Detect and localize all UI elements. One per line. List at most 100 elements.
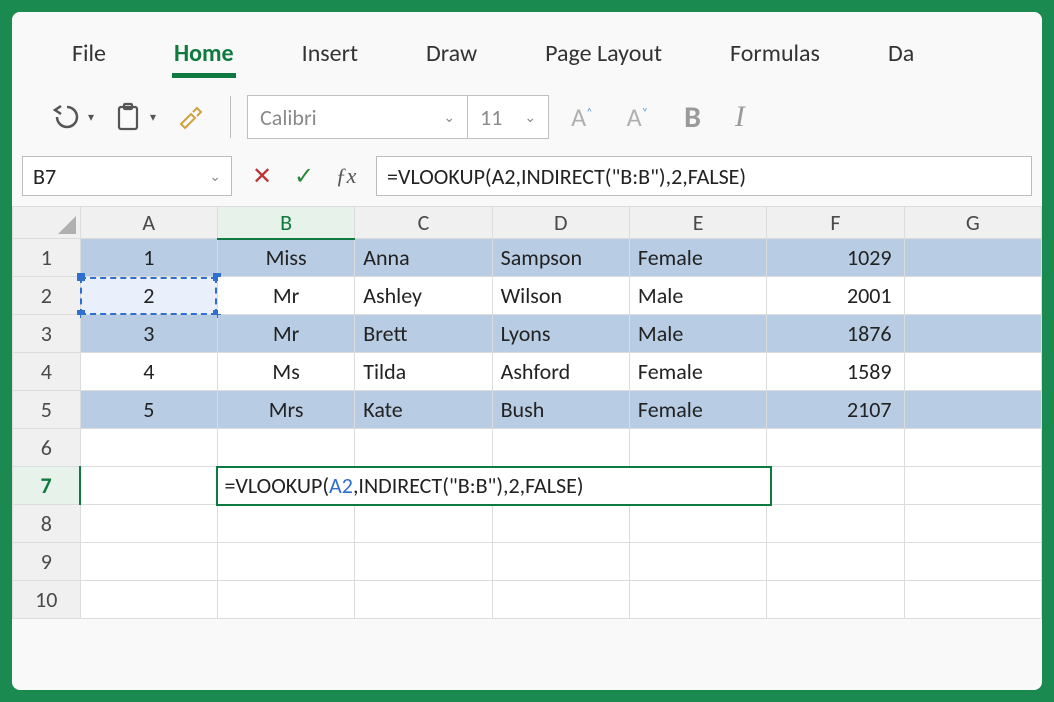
cell-B10[interactable] — [217, 581, 354, 619]
cell-B1[interactable]: Miss — [217, 239, 354, 277]
cell-E8[interactable] — [629, 505, 766, 543]
cell-C9[interactable] — [355, 543, 492, 581]
cell-editor[interactable]: =VLOOKUP(A2,INDIRECT("B:B"),2,FALSE) — [216, 466, 771, 506]
cell-G4[interactable] — [904, 353, 1041, 391]
cell-C1[interactable]: Anna — [355, 239, 492, 277]
cell-F1[interactable]: 1029 — [767, 239, 904, 277]
cell-C8[interactable] — [355, 505, 492, 543]
cell-F9[interactable] — [767, 543, 904, 581]
cell-F10[interactable] — [767, 581, 904, 619]
col-header-A[interactable]: A — [80, 207, 217, 239]
cell-D1[interactable]: Sampson — [492, 239, 629, 277]
italic-button[interactable]: I — [725, 100, 755, 134]
cell-C3[interactable]: Brett — [355, 315, 492, 353]
row-header-5[interactable]: 5 — [13, 391, 81, 429]
tab-home[interactable]: Home — [144, 23, 264, 80]
cell-B5[interactable]: Mrs — [217, 391, 354, 429]
cell-C10[interactable] — [355, 581, 492, 619]
cell-E9[interactable] — [629, 543, 766, 581]
cell-A10[interactable] — [80, 581, 217, 619]
col-header-G[interactable]: G — [904, 207, 1041, 239]
row-header-8[interactable]: 8 — [13, 505, 81, 543]
font-name-select[interactable]: Calibri ⌄ — [248, 96, 468, 138]
cell-D8[interactable] — [492, 505, 629, 543]
format-painter-button[interactable] — [166, 95, 214, 139]
cell-F5[interactable]: 2107 — [767, 391, 904, 429]
insert-function-button[interactable]: ƒx — [328, 158, 364, 194]
row-header-4[interactable]: 4 — [13, 353, 81, 391]
cell-E1[interactable]: Female — [629, 239, 766, 277]
cell-A3[interactable]: 3 — [80, 315, 217, 353]
tab-formulas[interactable]: Formulas — [700, 23, 850, 80]
col-header-C[interactable]: C — [355, 207, 492, 239]
cell-E2[interactable]: Male — [629, 277, 766, 315]
tab-page-layout[interactable]: Page Layout — [515, 23, 692, 80]
cell-E10[interactable] — [629, 581, 766, 619]
cell-F4[interactable]: 1589 — [767, 353, 904, 391]
cell-B6[interactable] — [217, 429, 354, 467]
cell-D6[interactable] — [492, 429, 629, 467]
cell-C4[interactable]: Tilda — [355, 353, 492, 391]
cell-G8[interactable] — [904, 505, 1041, 543]
col-header-E[interactable]: E — [629, 207, 766, 239]
bold-button[interactable]: B — [670, 99, 715, 136]
cell-E5[interactable]: Female — [629, 391, 766, 429]
cell-B9[interactable] — [217, 543, 354, 581]
cell-G2[interactable] — [904, 277, 1041, 315]
cell-E3[interactable]: Male — [629, 315, 766, 353]
cell-E6[interactable] — [629, 429, 766, 467]
cell-F8[interactable] — [767, 505, 904, 543]
cell-A2[interactable]: 2 — [80, 277, 217, 315]
name-box[interactable]: B7 ⌄ — [22, 156, 232, 196]
cell-G7[interactable] — [904, 467, 1041, 505]
clipboard-dropdown-icon[interactable]: ▾ — [150, 110, 156, 125]
cell-A8[interactable] — [80, 505, 217, 543]
row-header-7[interactable]: 7 — [13, 467, 81, 505]
cell-G5[interactable] — [904, 391, 1041, 429]
cell-D2[interactable]: Wilson — [492, 277, 629, 315]
cell-D9[interactable] — [492, 543, 629, 581]
cell-A4[interactable]: 4 — [80, 353, 217, 391]
tab-data-truncated[interactable]: Da — [858, 23, 944, 80]
row-header-10[interactable]: 10 — [13, 581, 81, 619]
col-header-F[interactable]: F — [767, 207, 904, 239]
cell-A5[interactable]: 5 — [80, 391, 217, 429]
decrease-font-button[interactable]: A˅ — [615, 101, 661, 133]
cell-D3[interactable]: Lyons — [492, 315, 629, 353]
col-header-D[interactable]: D — [492, 207, 629, 239]
cell-A7[interactable] — [80, 467, 217, 505]
cell-C6[interactable] — [355, 429, 492, 467]
tab-file[interactable]: File — [42, 23, 136, 80]
cell-C5[interactable]: Kate — [355, 391, 492, 429]
tab-draw[interactable]: Draw — [396, 23, 507, 80]
tab-insert[interactable]: Insert — [272, 23, 388, 80]
row-header-1[interactable]: 1 — [13, 239, 81, 277]
cell-B8[interactable] — [217, 505, 354, 543]
cell-G1[interactable] — [904, 239, 1041, 277]
undo-button[interactable] — [42, 95, 90, 139]
row-header-6[interactable]: 6 — [13, 429, 81, 467]
cell-G10[interactable] — [904, 581, 1041, 619]
cell-F2[interactable]: 2001 — [767, 277, 904, 315]
cell-D5[interactable]: Bush — [492, 391, 629, 429]
row-header-2[interactable]: 2 — [13, 277, 81, 315]
cell-B2[interactable]: Mr — [217, 277, 354, 315]
clipboard-button[interactable] — [104, 95, 152, 139]
cell-A6[interactable] — [80, 429, 217, 467]
cell-G6[interactable] — [904, 429, 1041, 467]
cell-G3[interactable] — [904, 315, 1041, 353]
row-header-3[interactable]: 3 — [13, 315, 81, 353]
formula-bar[interactable]: =VLOOKUP(A2,INDIRECT("B:B"),2,FALSE) — [376, 156, 1032, 196]
select-all-corner[interactable] — [13, 207, 81, 239]
cell-D10[interactable] — [492, 581, 629, 619]
cell-F7[interactable] — [767, 467, 904, 505]
cell-G9[interactable] — [904, 543, 1041, 581]
cell-D4[interactable]: Ashford — [492, 353, 629, 391]
increase-font-button[interactable]: A˄ — [559, 101, 605, 133]
undo-dropdown-icon[interactable]: ▾ — [88, 110, 94, 125]
cell-B3[interactable]: Mr — [217, 315, 354, 353]
cell-F6[interactable] — [767, 429, 904, 467]
col-header-B[interactable]: B — [217, 207, 354, 239]
font-size-select[interactable]: 11 ⌄ — [468, 96, 548, 138]
worksheet-grid[interactable]: A B C D E F G 1 1 Miss Anna Sampson Fema… — [12, 206, 1042, 619]
